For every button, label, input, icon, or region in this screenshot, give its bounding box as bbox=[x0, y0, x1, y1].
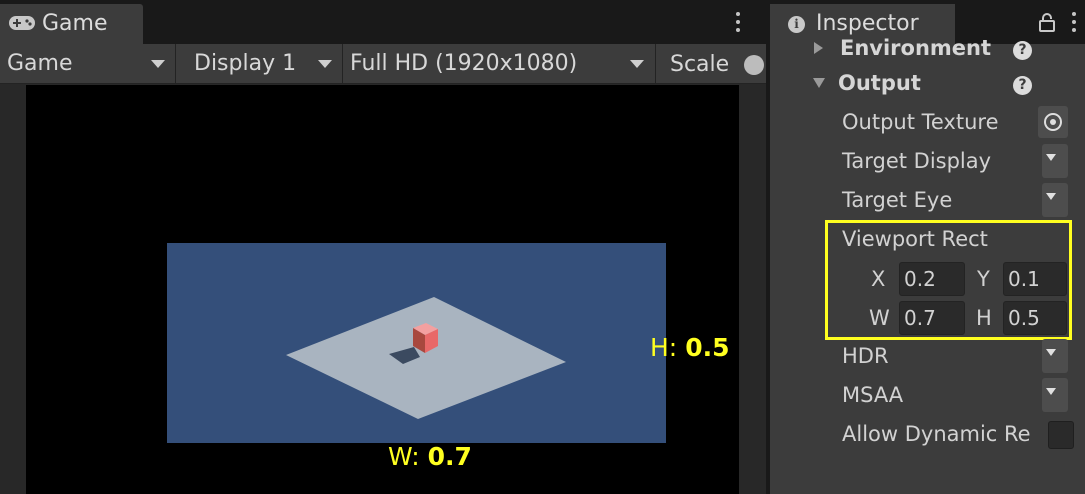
msaa-dropdown[interactable] bbox=[1042, 378, 1068, 412]
viewport-h-label: H bbox=[976, 306, 992, 330]
target-eye-label: Target Eye bbox=[842, 188, 953, 212]
width-annotation-value: 0.7 bbox=[427, 442, 472, 471]
info-icon: i bbox=[788, 16, 805, 33]
gamepad-icon bbox=[9, 16, 35, 30]
scale-slider-handle[interactable] bbox=[744, 55, 764, 75]
game-mode-dropdown-label: Game bbox=[7, 51, 73, 76]
viewport-rect-highlight: Viewport Rect X 0.2 Y 0.1 W 0.7 H 0.5 bbox=[825, 220, 1072, 340]
allow-dynamic-resolution-checkbox[interactable] bbox=[1048, 421, 1074, 449]
help-icon[interactable]: ? bbox=[1013, 76, 1032, 95]
chevron-down-icon bbox=[630, 60, 644, 68]
viewport-x-label: X bbox=[871, 267, 886, 291]
msaa-label: MSAA bbox=[842, 383, 904, 407]
target-display-label: Target Display bbox=[842, 149, 992, 173]
help-icon[interactable]: ? bbox=[1013, 41, 1032, 60]
height-annotation: H: 0.5 bbox=[650, 333, 729, 362]
inspector-tab-label: Inspector bbox=[816, 11, 919, 36]
game-viewport[interactable] bbox=[26, 85, 739, 494]
scale-label: Scale bbox=[670, 52, 730, 77]
object-picker-button[interactable] bbox=[1038, 106, 1068, 138]
game-toolbar: Game Display 1 Full HD (1920x1080) Scale bbox=[0, 44, 766, 84]
width-annotation-prefix: W: bbox=[388, 442, 420, 471]
game-view-panel: Game Game Display 1 Full HD (1920x1080) … bbox=[0, 0, 766, 494]
game-tab-label: Game bbox=[42, 11, 108, 36]
game-menu-kebab-icon[interactable] bbox=[728, 10, 748, 36]
viewport-y-field[interactable]: 0.1 bbox=[1003, 262, 1067, 296]
environment-foldout[interactable]: Environment bbox=[814, 36, 992, 60]
viewport-rect-label: Viewport Rect bbox=[842, 227, 988, 251]
scene-render bbox=[286, 297, 566, 419]
resolution-dropdown-label: Full HD (1920x1080) bbox=[350, 51, 578, 76]
chevron-down-icon bbox=[318, 60, 332, 68]
chevron-right-icon bbox=[814, 42, 823, 54]
game-mode-dropdown[interactable]: Game bbox=[0, 44, 176, 84]
inspector-panel: i Inspector Environment ? Output ? Outpu… bbox=[770, 0, 1085, 494]
lock-icon[interactable] bbox=[1038, 12, 1056, 32]
chevron-down-icon bbox=[151, 60, 165, 68]
display-dropdown[interactable]: Display 1 bbox=[177, 44, 343, 84]
target-display-dropdown[interactable] bbox=[1042, 144, 1068, 178]
output-foldout-label: Output bbox=[838, 71, 921, 95]
hdr-dropdown[interactable] bbox=[1042, 339, 1068, 373]
viewport-h-field[interactable]: 0.5 bbox=[1003, 301, 1067, 335]
hdr-label: HDR bbox=[842, 344, 889, 368]
output-texture-label: Output Texture bbox=[842, 110, 999, 134]
viewport-y-label: Y bbox=[977, 267, 990, 291]
game-tab[interactable]: Game bbox=[0, 4, 143, 44]
camera-viewport-rect bbox=[167, 243, 666, 443]
height-annotation-prefix: H: bbox=[650, 333, 678, 362]
target-eye-dropdown[interactable] bbox=[1042, 183, 1068, 217]
game-tab-bar: Game bbox=[0, 0, 766, 44]
inspector-menu-kebab-icon[interactable] bbox=[1068, 10, 1080, 36]
allow-dynamic-resolution-label: Allow Dynamic Re bbox=[842, 422, 1031, 446]
output-foldout[interactable]: Output bbox=[813, 71, 921, 95]
environment-foldout-label: Environment bbox=[840, 36, 992, 60]
viewport-w-field[interactable]: 0.7 bbox=[899, 301, 965, 335]
width-annotation: W: 0.7 bbox=[388, 442, 472, 471]
height-annotation-value: 0.5 bbox=[685, 333, 730, 362]
display-dropdown-label: Display 1 bbox=[194, 51, 297, 76]
viewport-w-label: W bbox=[869, 306, 890, 330]
viewport-x-field[interactable]: 0.2 bbox=[899, 262, 965, 296]
resolution-dropdown[interactable]: Full HD (1920x1080) bbox=[344, 44, 656, 84]
ground-plane bbox=[286, 297, 566, 419]
chevron-down-icon bbox=[813, 78, 825, 88]
